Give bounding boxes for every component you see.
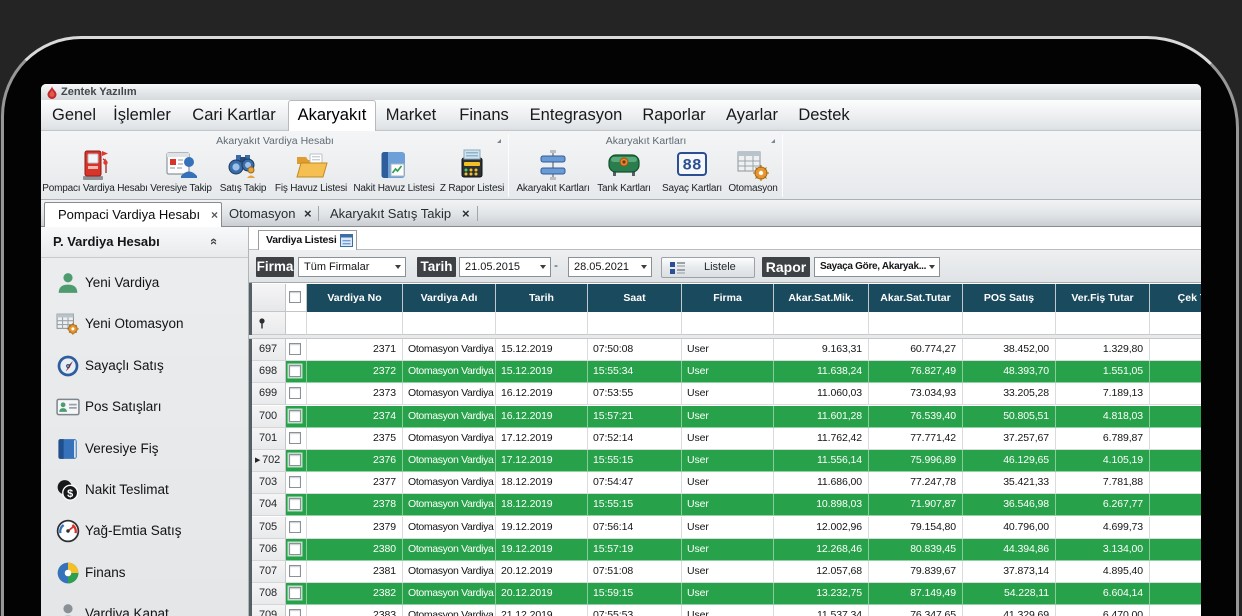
svg-text:$: $ (67, 488, 73, 500)
svg-text:88: 88 (682, 157, 701, 175)
